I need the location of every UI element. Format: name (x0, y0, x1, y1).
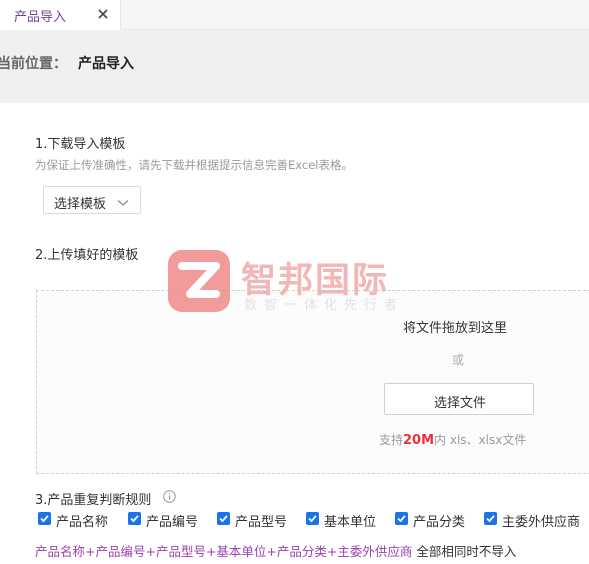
page-title: 产品导入 (78, 56, 134, 72)
chevron-down-icon (117, 196, 129, 211)
checkbox-checked-icon (217, 512, 230, 525)
checkbox-checked-icon (128, 512, 141, 525)
choose-file-button[interactable]: 选择文件 (384, 383, 534, 415)
checkbox-checked-icon (306, 512, 319, 525)
info-icon[interactable] (163, 490, 176, 507)
support-suffix: 内 xls、xlsx文件 (434, 433, 527, 447)
step3-title: 3.产品重复判断规则 (35, 493, 152, 508)
checkbox-label: 产品编号 (146, 515, 199, 530)
or-text: 或 (452, 353, 465, 367)
step1-title: 1.下载导入模板 (35, 137, 126, 152)
breadcrumb-label: 当前位置： (0, 56, 67, 72)
step1-hint: 为保证上传准确性，请先下载并根据提示信息完善Excel表格。 (35, 158, 353, 172)
duplicate-rule-text: 产品名称+产品编号+产品型号+基本单位+产品分类+主委外供应商 全部相同时不导入 (35, 541, 516, 560)
checkbox-checked-icon (395, 512, 408, 525)
support-size: 20M (403, 433, 435, 448)
tab-bar: 产品导入 (0, 0, 589, 30)
checkbox-label: 产品分类 (413, 515, 466, 530)
checkbox-label: 主委外供应商 (502, 515, 581, 530)
breadcrumb: 当前位置： 产品导入 (0, 30, 589, 103)
step2-title: 2.上传填好的模板 (35, 248, 139, 263)
checkbox-checked-icon (38, 512, 51, 525)
rule-suffix: 全部相同时不导入 (412, 544, 517, 559)
support-prefix: 支持 (379, 433, 404, 447)
checkbox-label: 产品名称 (56, 515, 109, 530)
choose-file-label: 选择文件 (433, 396, 486, 411)
template-select[interactable]: 选择模板 (43, 186, 141, 214)
template-select-label: 选择模板 (54, 197, 107, 212)
drop-text: 将文件拖放到这里 (403, 321, 508, 336)
support-text: 支持20M内 xls、xlsx文件 (379, 431, 526, 448)
rule-fields: 产品名称+产品编号+产品型号+基本单位+产品分类+主委外供应商 (35, 544, 413, 559)
checkbox-label: 基本单位 (324, 515, 377, 530)
close-icon[interactable] (97, 8, 109, 20)
checkbox-label: 产品型号 (235, 515, 288, 530)
tab-label: 产品导入 (14, 10, 67, 25)
checkbox-checked-icon (484, 512, 497, 525)
tab-product-import[interactable]: 产品导入 (0, 0, 121, 30)
